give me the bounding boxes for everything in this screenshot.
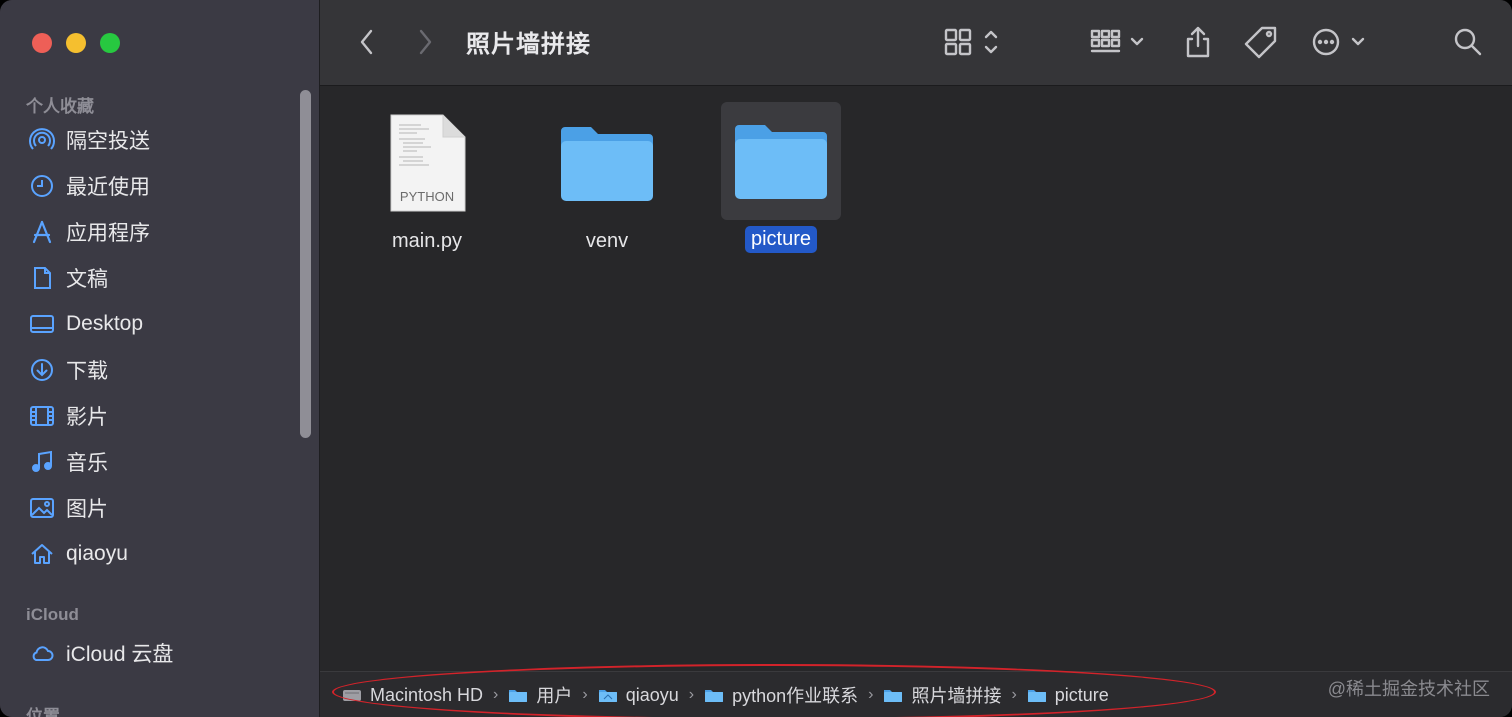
document-icon bbox=[26, 262, 58, 294]
forward-button[interactable] bbox=[410, 22, 440, 62]
search-icon bbox=[1454, 28, 1482, 56]
window-controls bbox=[32, 33, 120, 53]
sidebar-item-label: 隔空投送 bbox=[66, 130, 150, 153]
chevron-left-icon bbox=[360, 29, 373, 55]
film-icon bbox=[26, 400, 58, 432]
icon-view-button[interactable] bbox=[942, 22, 1002, 62]
search-button[interactable] bbox=[1448, 22, 1488, 62]
favorites-section-title: 个人收藏 bbox=[26, 97, 94, 116]
folder-item-selected[interactable]: picture bbox=[711, 102, 851, 253]
folder-thumbnail bbox=[721, 102, 841, 220]
folder-icon bbox=[735, 125, 827, 199]
sidebar-item-label: 音乐 bbox=[66, 452, 108, 475]
sidebar-item-label: 影片 bbox=[66, 406, 108, 429]
desktop-icon bbox=[26, 308, 58, 340]
folder-item[interactable]: venv bbox=[537, 104, 677, 255]
tag-button[interactable] bbox=[1240, 22, 1282, 62]
sidebar-item-movies[interactable]: 影片 bbox=[26, 396, 296, 436]
folder-name: picture bbox=[744, 226, 818, 253]
sidebar-item-documents[interactable]: 文稿 bbox=[26, 258, 296, 298]
more-actions-button[interactable] bbox=[1308, 22, 1370, 62]
sidebar-item-applications[interactable]: 应用程序 bbox=[26, 212, 296, 252]
sidebar-item-desktop[interactable]: Desktop bbox=[26, 304, 296, 344]
folder-name: venv bbox=[585, 230, 629, 252]
photo-icon bbox=[26, 492, 58, 524]
annotation-ring bbox=[332, 664, 1216, 717]
file-thumbnail: PYTHON bbox=[367, 104, 487, 222]
sidebar-item-label: 文稿 bbox=[66, 268, 108, 291]
folder-icon bbox=[561, 127, 653, 201]
icloud-section-title: iCloud bbox=[26, 605, 79, 624]
download-icon bbox=[26, 354, 58, 386]
locations-section-title: 位置 bbox=[26, 707, 60, 717]
path-bar: Macintosh HD › 用户 › qiaoyu › python作业联系 … bbox=[320, 664, 1512, 717]
sidebar-item-icloud-drive[interactable]: iCloud 云盘 bbox=[26, 633, 296, 673]
share-icon bbox=[1186, 26, 1210, 58]
file-name: main.py bbox=[391, 230, 463, 252]
ellipsis-circle-icon bbox=[1312, 28, 1365, 56]
group-grid-icon bbox=[1090, 29, 1144, 53]
sidebar-item-recents[interactable]: 最近使用 bbox=[26, 166, 296, 206]
sidebar-item-label: 应用程序 bbox=[66, 222, 150, 245]
cloud-icon bbox=[26, 637, 58, 669]
chevron-right-icon bbox=[419, 29, 432, 55]
window-title: 照片墙拼接 bbox=[466, 31, 591, 58]
toolbar: 照片墙拼接 bbox=[320, 0, 1512, 86]
close-window-button[interactable] bbox=[32, 33, 52, 53]
sidebar-scrollbar[interactable] bbox=[300, 90, 311, 438]
sidebar: 个人收藏 隔空投送 最近使用 应用程序 文稿 Desktop 下载 影片 音乐 … bbox=[0, 0, 320, 717]
home-icon bbox=[26, 538, 58, 570]
grid-icon bbox=[944, 28, 998, 56]
minimize-window-button[interactable] bbox=[66, 33, 86, 53]
clock-icon bbox=[26, 170, 58, 202]
finder-window: 个人收藏 隔空投送 最近使用 应用程序 文稿 Desktop 下载 影片 音乐 … bbox=[0, 0, 1512, 717]
sidebar-item-label: iCloud 云盘 bbox=[66, 643, 174, 666]
sidebar-item-label: Desktop bbox=[66, 312, 144, 335]
sidebar-item-label: 最近使用 bbox=[66, 176, 150, 199]
sidebar-item-label: 图片 bbox=[66, 498, 108, 521]
zoom-window-button[interactable] bbox=[100, 33, 120, 53]
python-file-icon: PYTHON bbox=[390, 114, 466, 212]
music-icon bbox=[26, 446, 58, 478]
back-button[interactable] bbox=[352, 22, 382, 62]
folder-thumbnail bbox=[547, 104, 667, 222]
sidebar-item-label: 下载 bbox=[66, 360, 108, 383]
file-item[interactable]: PYTHON main.py bbox=[357, 104, 497, 255]
share-button[interactable] bbox=[1178, 22, 1218, 62]
sidebar-item-music[interactable]: 音乐 bbox=[26, 442, 296, 482]
sidebar-item-pictures[interactable]: 图片 bbox=[26, 488, 296, 528]
watermark: @稀土掘金技术社区 bbox=[1327, 679, 1490, 699]
sidebar-item-airdrop[interactable]: 隔空投送 bbox=[26, 120, 296, 160]
applications-icon bbox=[26, 216, 58, 248]
tag-icon bbox=[1244, 26, 1277, 59]
file-type-badge: PYTHON bbox=[400, 189, 454, 204]
sidebar-item-home[interactable]: qiaoyu bbox=[26, 534, 296, 574]
sidebar-item-downloads[interactable]: 下载 bbox=[26, 350, 296, 390]
sidebar-item-label: qiaoyu bbox=[66, 542, 128, 565]
file-browser-area: PYTHON main.py venv picture bbox=[320, 86, 1512, 670]
airdrop-icon bbox=[26, 124, 58, 156]
group-button[interactable] bbox=[1088, 22, 1150, 62]
